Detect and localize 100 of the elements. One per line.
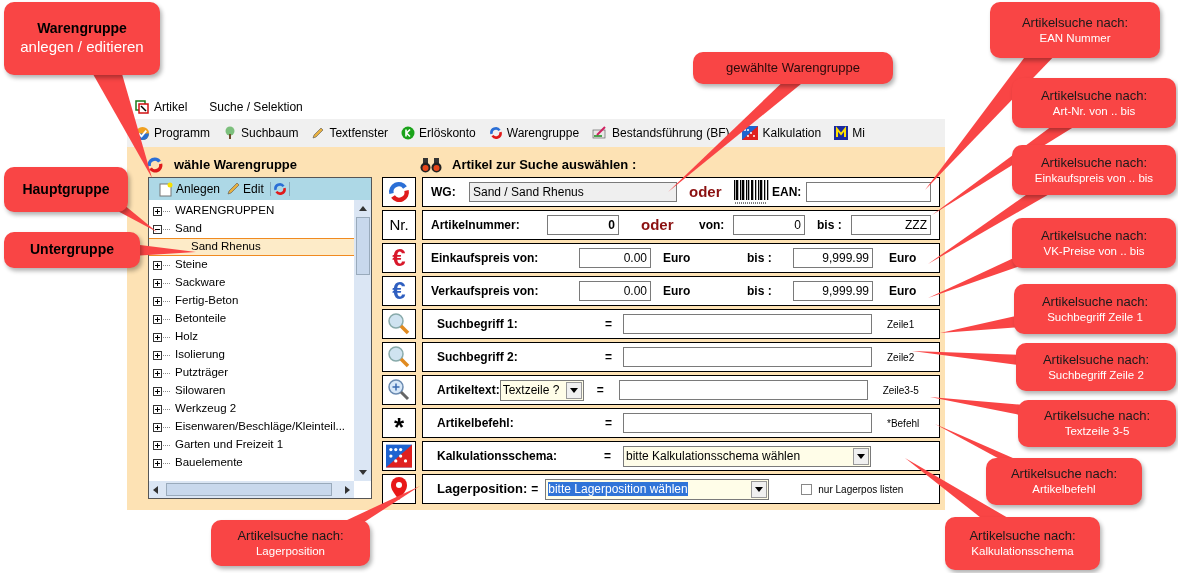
input-field[interactable] — [623, 314, 872, 334]
expand-icon[interactable] — [153, 404, 172, 414]
row-icon-tile[interactable] — [382, 375, 416, 405]
callout-subtitle: Textzeile 3-5 — [1064, 424, 1130, 439]
field-label: EAN: — [772, 184, 803, 201]
expand-icon[interactable] — [153, 314, 172, 324]
scroll-thumb[interactable] — [166, 483, 332, 496]
input-field[interactable] — [623, 413, 872, 433]
field-label: bis : — [817, 217, 843, 234]
search-icon — [387, 345, 411, 369]
row-icon-tile[interactable] — [382, 342, 416, 372]
toolbar-button[interactable]: Warengruppe — [488, 124, 580, 142]
m-letter-icon — [834, 126, 849, 140]
calculation-icon — [386, 444, 412, 468]
field-label: Einkaufspreis von: — [431, 250, 540, 267]
field-label: WG: — [431, 184, 457, 201]
callout-title: Artikelsuche nach: — [237, 527, 344, 544]
expand-icon[interactable] — [153, 440, 172, 450]
expand-icon[interactable] — [153, 278, 172, 288]
toolbar-button[interactable]: Edit — [226, 180, 264, 198]
callout-title: Artikelsuche nach: — [1010, 466, 1118, 483]
input-field[interactable]: 9,999.99 — [793, 248, 873, 268]
expand-icon[interactable] — [153, 350, 172, 360]
scroll-left-icon[interactable] — [153, 485, 158, 494]
input-field[interactable] — [618, 380, 868, 400]
checkbox-label: nur Lagerpos listen — [818, 482, 904, 497]
scroll-right-icon[interactable] — [345, 485, 350, 494]
callout-title: Warengruppe — [37, 20, 127, 38]
row-icon-tile[interactable]: Nr. — [382, 210, 416, 240]
row-icon-tile[interactable] — [382, 309, 416, 339]
row-icon-tile[interactable] — [382, 474, 416, 504]
menu-item[interactable]: Artikel — [135, 98, 188, 116]
new-page-icon — [159, 181, 173, 197]
field-label: Suchbegriff 2: — [437, 349, 519, 366]
input-field[interactable]: 0 — [547, 215, 619, 235]
callout-subtitle: Suchbegriff Zeile 1 — [1047, 309, 1143, 325]
euro-symbol: € — [392, 246, 406, 270]
input-field[interactable]: Sand / Sand Rhenus — [469, 182, 677, 202]
asterisk-symbol: * — [393, 414, 405, 440]
zoom-in-icon — [387, 378, 411, 402]
field-label: Suchbegriff 1: — [437, 316, 519, 333]
callout-title: Artikelsuche nach: — [1043, 408, 1151, 425]
input-field[interactable]: 0 — [733, 215, 805, 235]
callout-subtitle: Lagerposition — [255, 543, 326, 559]
checkbox[interactable] — [801, 483, 813, 495]
expand-icon[interactable] — [153, 332, 172, 342]
dropdown[interactable]: bitte Kalkulationsschema wählen — [623, 445, 871, 467]
expand-icon[interactable] — [153, 422, 172, 432]
input-field[interactable]: 0.00 — [579, 248, 651, 268]
callout-title: Artikelsuche nach: — [1040, 87, 1148, 104]
input-field[interactable]: 9,999.99 — [793, 281, 873, 301]
row-icon-tile[interactable] — [382, 441, 416, 471]
input-field[interactable]: 0.00 — [579, 281, 651, 301]
expand-icon[interactable] — [153, 296, 172, 306]
pencil-icon — [311, 126, 326, 140]
tree-item: Silowaren — [175, 383, 226, 399]
hint-text: Zeile1 — [887, 317, 915, 332]
dropdown[interactable]: Textzeile ? — [499, 379, 584, 401]
expand-icon[interactable] — [153, 458, 172, 468]
tree-item[interactable]: Sand Rhenus — [149, 238, 354, 256]
callout-title: Hauptgruppe — [22, 180, 110, 199]
toolbar-button[interactable]: Suchbaum — [223, 124, 299, 142]
callout-title: Artikelsuche nach: — [1042, 351, 1150, 368]
dropdown[interactable]: bitte Lagerposition wählen — [545, 478, 770, 500]
circular-arrows-icon — [488, 126, 503, 140]
toolbar-button[interactable]: Anlegen — [159, 180, 221, 198]
tree-item: Holz — [175, 329, 198, 345]
row-icon-tile[interactable]: € — [382, 276, 416, 306]
input-field[interactable]: ZZZ — [851, 215, 931, 235]
tree-item: WARENGRUPPEN — [175, 203, 275, 219]
row-icon-tile[interactable]: * — [382, 408, 416, 438]
field-label: bis : — [747, 283, 773, 300]
callout-subtitle: Kalkulationsschema — [971, 544, 1074, 559]
scroll-thumb[interactable] — [355, 217, 370, 275]
euro-symbol: € — [392, 279, 406, 303]
expand-icon[interactable] — [153, 260, 172, 270]
toolbar-button[interactable]: Mi — [834, 124, 865, 142]
expand-icon[interactable] — [153, 206, 172, 216]
input-field[interactable] — [623, 347, 872, 367]
unit-text: Euro — [889, 250, 917, 267]
row-icon-tile[interactable]: € — [382, 243, 416, 273]
toolbar-button[interactable]: Textfenster — [311, 124, 389, 142]
toolbar-button[interactable] — [269, 182, 290, 196]
scroll-up-icon[interactable] — [358, 206, 367, 211]
menu-item[interactable]: Suche / Selektion — [209, 98, 303, 116]
scroll-down-icon[interactable] — [358, 470, 367, 475]
expand-icon[interactable] — [153, 386, 172, 396]
unit-text: Euro — [889, 283, 917, 300]
input-field[interactable] — [806, 182, 931, 202]
panel-title: wähle Warengruppe — [174, 156, 298, 175]
collapse-icon[interactable] — [153, 224, 172, 234]
callout-subtitle: EAN Nummer — [1039, 30, 1111, 46]
expand-icon[interactable] — [153, 368, 172, 378]
field-label: Artikelnummer: — [431, 217, 521, 234]
row-icon-tile[interactable] — [382, 177, 416, 207]
toolbar-button[interactable]: Erlöskonto — [401, 124, 476, 142]
equals-sign: = — [605, 415, 613, 432]
callout-title: Artikelsuche nach: — [1041, 293, 1149, 310]
callout-subtitle: Einkaufspreis von .. bis — [1034, 170, 1154, 186]
unit-text: Euro — [663, 283, 692, 300]
